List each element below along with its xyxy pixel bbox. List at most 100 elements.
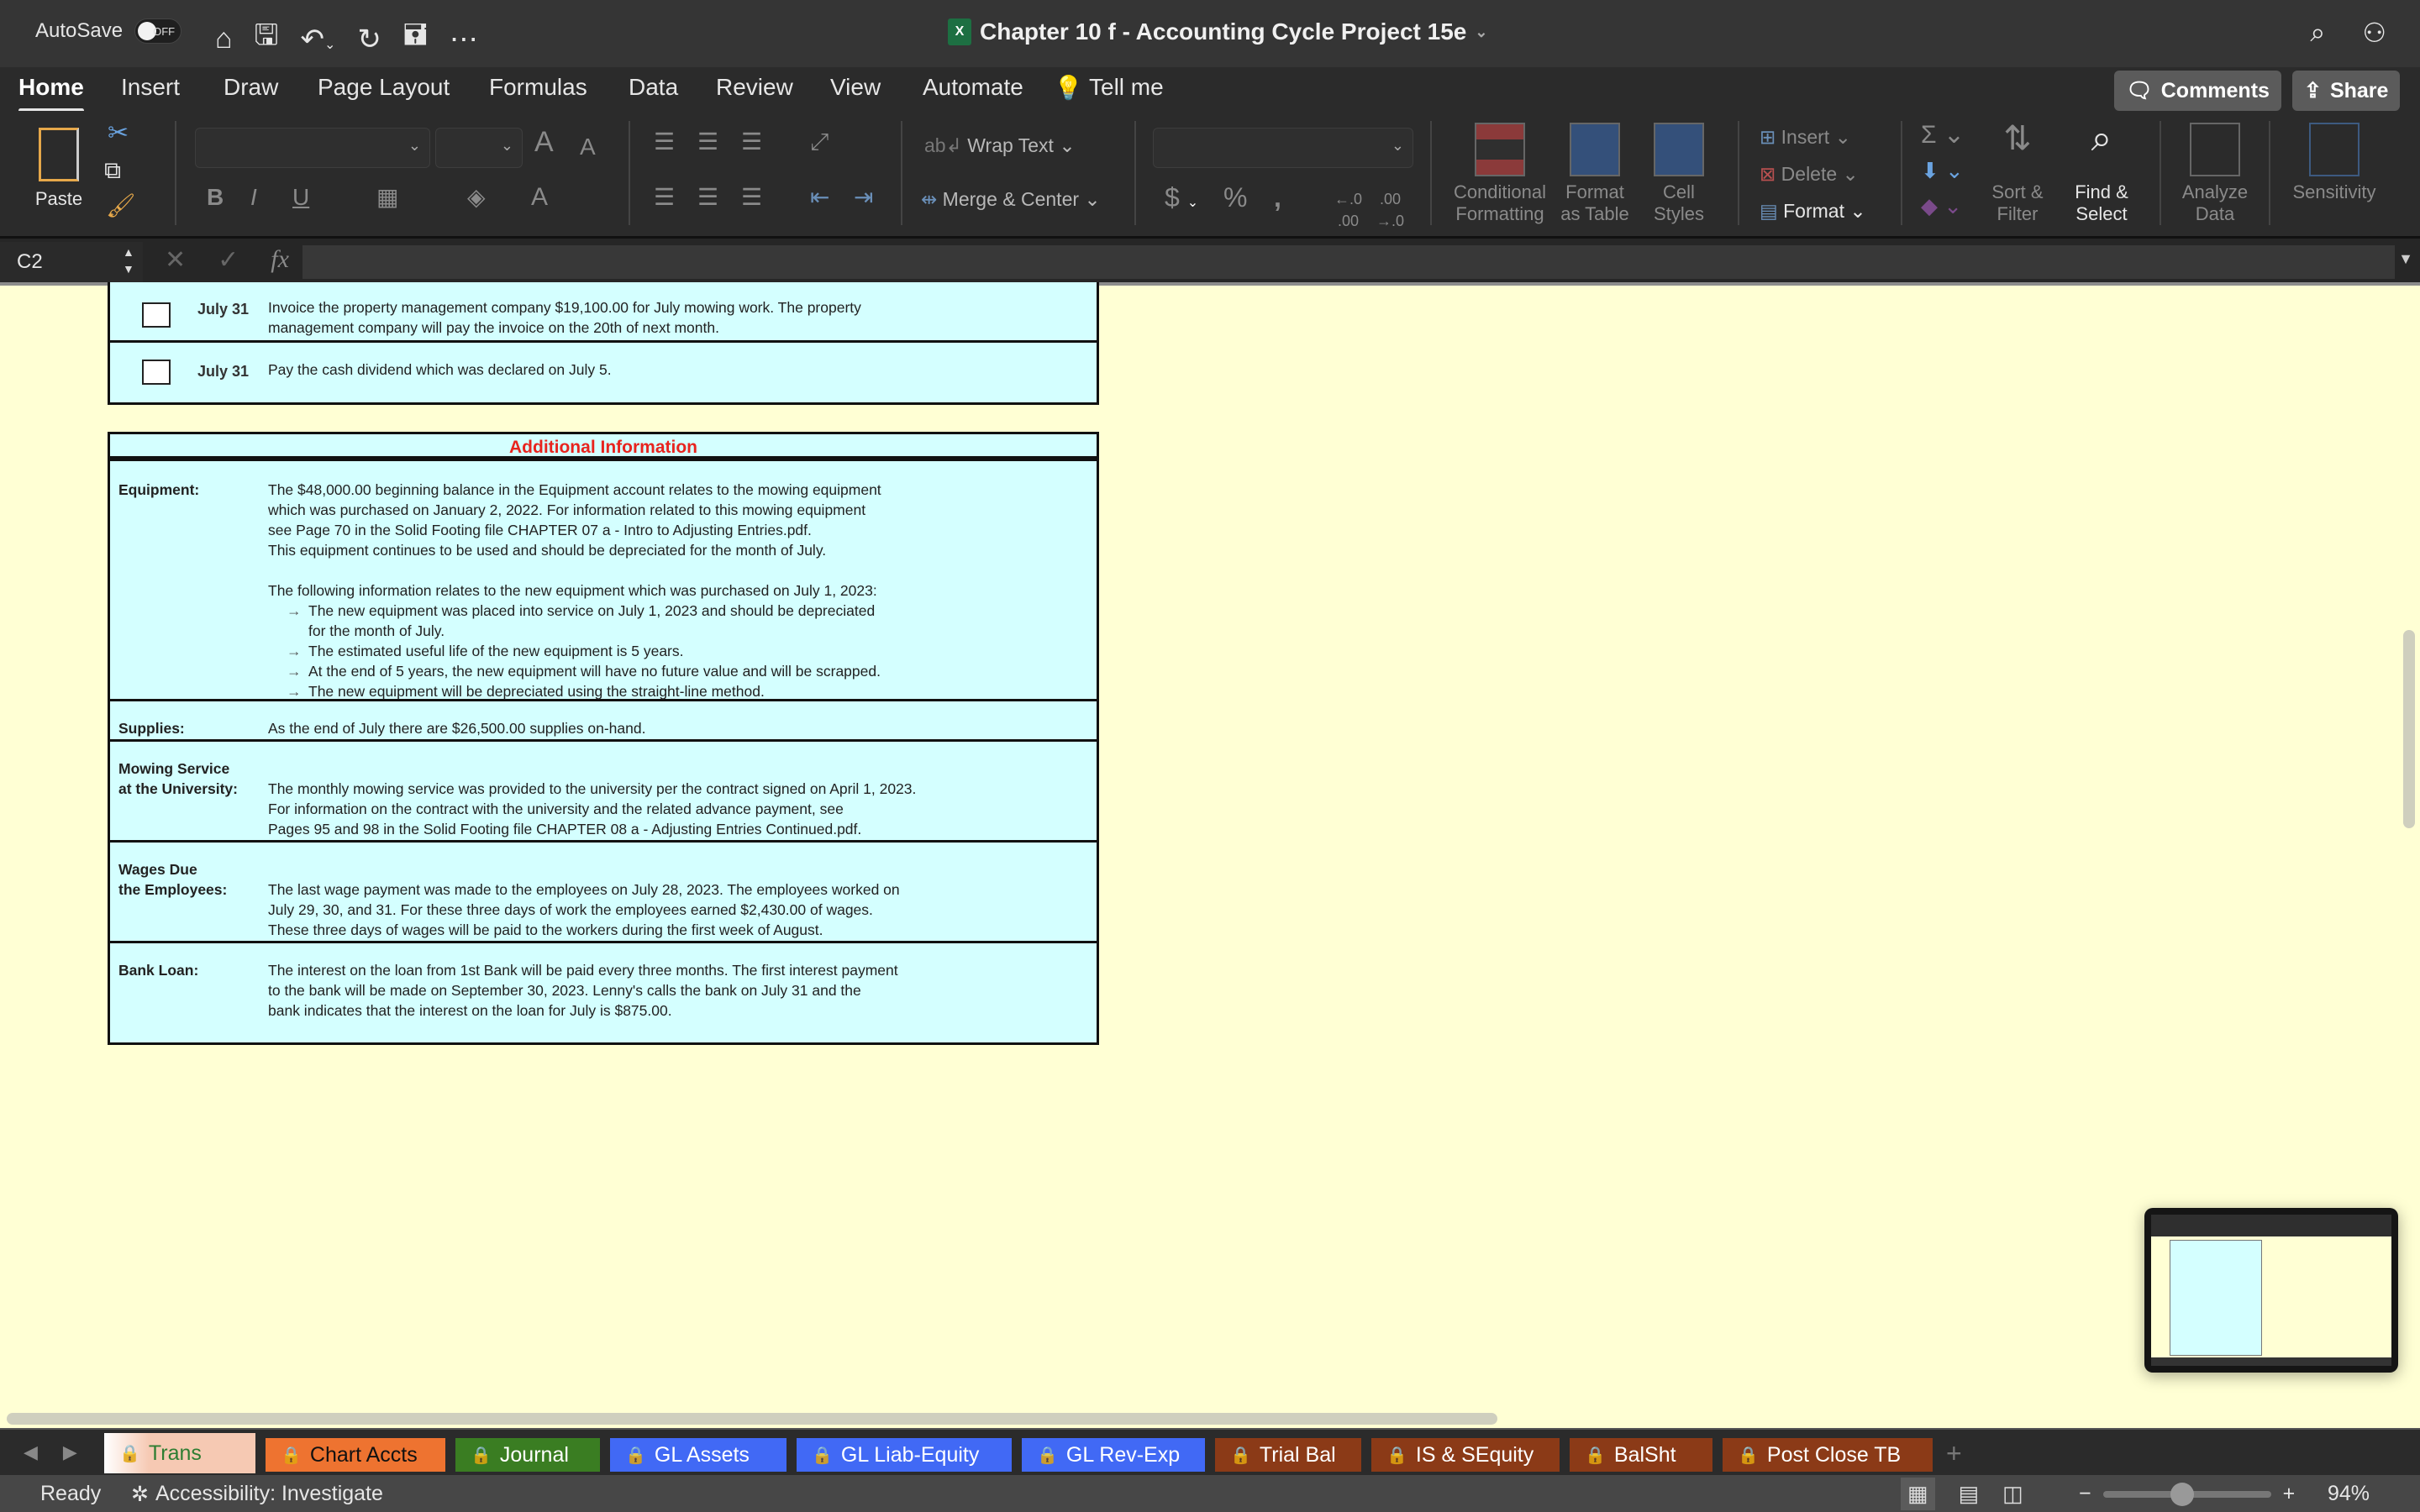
font-name-select[interactable]: ⌄ — [195, 128, 430, 168]
underline-icon[interactable]: U — [292, 186, 309, 209]
cut-icon[interactable]: ✂ — [108, 121, 129, 146]
share-people-icon[interactable]: ⚇ — [2362, 17, 2386, 49]
italic-icon[interactable]: I — [250, 186, 257, 209]
increase-font-icon[interactable]: A — [534, 128, 554, 156]
search-icon[interactable]: ⌕ — [2310, 17, 2325, 49]
worksheet-grid[interactable]: July 31 Invoice the property management … — [0, 282, 2420, 1425]
transaction-checkbox[interactable] — [142, 360, 171, 385]
accessibility-status[interactable]: ✲ Accessibility: Investigate — [131, 1482, 383, 1507]
decrease-indent-icon[interactable]: ⇤ — [810, 186, 829, 209]
name-box[interactable]: C2 — [0, 242, 143, 282]
enter-icon[interactable]: ✓ — [218, 245, 239, 275]
page-layout-view-icon[interactable]: ▤ — [1959, 1481, 1980, 1507]
insert-cells-button[interactable]: ⊞ Insert ⌄ — [1760, 126, 1851, 148]
formula-input[interactable] — [302, 245, 2395, 279]
zoom-slider[interactable] — [2102, 1482, 2271, 1506]
align-middle-icon[interactable]: ☰ — [697, 130, 718, 154]
increase-decimal-icon[interactable]: ←.0.00 — [1334, 188, 1362, 232]
align-right-icon[interactable]: ☰ — [741, 186, 762, 209]
paste-button[interactable]: Paste — [25, 128, 92, 210]
conditional-formatting-button[interactable]: Conditional Formatting — [1447, 123, 1553, 225]
previous-sheet-icon[interactable]: ◀ — [24, 1441, 38, 1463]
decrease-font-icon[interactable]: A — [580, 135, 596, 159]
font-size-select[interactable]: ⌄ — [435, 128, 523, 168]
comments-button[interactable]: 🗨 Comments — [2114, 71, 2281, 111]
borders-icon[interactable]: ▦ — [376, 186, 398, 209]
autosum-icon[interactable]: Σ ⌄ — [1921, 123, 1965, 148]
align-top-icon[interactable]: ☰ — [654, 130, 675, 154]
more-icon[interactable]: ⋯ — [450, 23, 478, 56]
cell-styles-button[interactable]: Cell Styles — [1644, 123, 1714, 225]
sheet-tab-trial-bal[interactable]: 🔒 Trial Bal — [1215, 1438, 1361, 1472]
comma-style-icon[interactable]: , — [1274, 184, 1281, 211]
currency-icon[interactable]: $ ⌄ — [1165, 184, 1198, 214]
delete-cells-button[interactable]: ⊠ Delete ⌄ — [1760, 163, 1859, 185]
insert-function-icon[interactable]: fx — [271, 245, 289, 275]
increase-indent-icon[interactable]: ⇥ — [854, 186, 873, 209]
sheet-tab-is-sequity[interactable]: 🔒 IS & SEquity — [1371, 1438, 1560, 1472]
redo-icon[interactable]: ↻ — [357, 23, 381, 56]
sheet-tab-gl-assets[interactable]: 🔒 GL Assets — [610, 1438, 786, 1472]
sheet-tab-journal[interactable]: 🔒 Journal — [455, 1438, 600, 1472]
undo-icon[interactable]: ↶⌄ — [301, 23, 336, 56]
autosave-control[interactable]: AutoSave OFF — [35, 18, 182, 44]
sheet-tab-balsht[interactable]: 🔒 BalSht — [1570, 1438, 1712, 1472]
fill-icon[interactable]: ⬇ ⌄ — [1921, 160, 1964, 181]
sheet-tab-trans[interactable]: 🔒 Trans — [104, 1433, 255, 1473]
align-left-icon[interactable]: ☰ — [654, 186, 675, 209]
add-sheet-button[interactable]: + — [1946, 1438, 1962, 1469]
sheet-tab-gl-rev-exp[interactable]: 🔒 GL Rev-Exp — [1022, 1438, 1205, 1472]
tab-formulas[interactable]: Formulas — [489, 74, 587, 101]
tab-page-layout[interactable]: Page Layout — [318, 74, 450, 101]
clear-icon[interactable]: ◆ ⌄ — [1921, 195, 1962, 217]
save-icon[interactable]: 🖬 — [403, 15, 428, 63]
transaction-checkbox[interactable] — [142, 302, 171, 328]
normal-view-icon[interactable]: ▦ — [1901, 1477, 1935, 1510]
horizontal-scrollbar[interactable] — [7, 1413, 1497, 1425]
zoom-slider-handle[interactable] — [2170, 1482, 2194, 1506]
sheet-tab-chart-accts[interactable]: 🔒 Chart Accts — [266, 1438, 445, 1472]
align-bottom-icon[interactable]: ☰ — [741, 130, 762, 154]
share-button[interactable]: ⇪ Share — [2292, 71, 2401, 111]
zoom-percentage[interactable]: 94% — [2328, 1482, 2370, 1506]
format-as-table-button[interactable]: Format as Table — [1555, 123, 1635, 225]
tab-insert[interactable]: Insert — [121, 74, 180, 101]
percent-icon[interactable]: % — [1223, 184, 1247, 211]
tab-view[interactable]: View — [830, 74, 881, 101]
expand-formula-bar-icon[interactable]: ▼ — [2398, 250, 2413, 268]
number-format-select[interactable]: ⌄ — [1153, 128, 1413, 168]
fill-color-icon[interactable]: ◈ — [467, 186, 486, 209]
next-sheet-icon[interactable]: ▶ — [63, 1441, 77, 1463]
align-center-icon[interactable]: ☰ — [697, 186, 718, 209]
sheet-tab-gl-liab-equity[interactable]: 🔒 GL Liab-Equity — [797, 1438, 1012, 1472]
format-cells-button[interactable]: ▤ Format ⌄ — [1760, 200, 1866, 222]
sensitivity-button[interactable]: Sensitivity — [2286, 123, 2383, 203]
tab-review[interactable]: Review — [716, 74, 793, 101]
save-as-icon[interactable]: 🖫 — [255, 15, 279, 63]
cancel-icon[interactable]: ✕ — [165, 245, 186, 275]
home-icon[interactable]: ⌂ — [215, 23, 233, 55]
tab-home[interactable]: Home — [18, 74, 84, 113]
screenshot-thumbnail[interactable] — [2144, 1208, 2398, 1373]
tab-tell-me[interactable]: Tell me — [1089, 74, 1164, 101]
format-painter-icon[interactable]: 🖌 — [106, 194, 136, 218]
tab-draw[interactable]: Draw — [224, 74, 278, 101]
sheet-tab-post-close-tb[interactable]: 🔒 Post Close TB — [1723, 1438, 1933, 1472]
wrap-text-button[interactable]: ab↲ Wrap Text ⌄ — [924, 134, 1076, 156]
zoom-out-button[interactable]: − — [2079, 1482, 2091, 1506]
analyze-data-button[interactable]: Analyze Data — [2175, 123, 2255, 225]
name-box-stepper[interactable]: ▲ ▼ — [123, 244, 134, 277]
orientation-icon[interactable]: ⤢ — [810, 130, 829, 154]
autosave-toggle[interactable]: OFF — [134, 18, 182, 44]
merge-center-button[interactable]: ⇹ Merge & Center ⌄ — [921, 188, 1101, 210]
document-title[interactable]: X Chapter 10 f - Accounting Cycle Projec… — [948, 18, 1487, 45]
find-select-button[interactable]: ⌕ Find & Select — [2062, 120, 2141, 225]
font-color-icon[interactable]: A — [531, 185, 548, 210]
tab-automate[interactable]: Automate — [923, 74, 1023, 101]
tab-data[interactable]: Data — [629, 74, 678, 101]
decrease-decimal-icon[interactable]: .00 →.0 — [1376, 188, 1404, 232]
zoom-in-button[interactable]: + — [2283, 1482, 2296, 1506]
page-break-view-icon[interactable]: ◫ — [2002, 1481, 2023, 1507]
vertical-scrollbar[interactable] — [2403, 630, 2415, 828]
copy-icon[interactable]: ⧉ — [104, 159, 121, 182]
